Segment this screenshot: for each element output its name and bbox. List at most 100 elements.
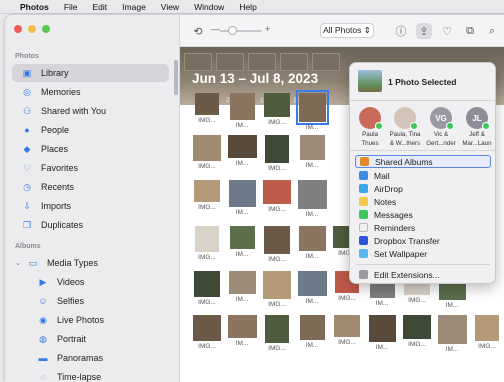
contact-item[interactable]: Paula Thues [353,107,387,147]
zoom-in-icon[interactable]: + [265,24,270,34]
zoom-slider-knob[interactable] [228,26,237,35]
photo-tile[interactable]: IM... [227,135,257,175]
photo-tile[interactable]: IMG... [332,315,362,355]
photo-thumbnail[interactable] [263,271,291,299]
photo-thumbnail[interactable] [264,226,290,254]
photo-thumbnail[interactable] [403,315,431,339]
photo-tile[interactable]: IM... [227,180,257,220]
photo-thumbnail[interactable] [194,180,220,202]
photo-tile[interactable]: IM... [297,180,327,220]
share-set-wallpaper[interactable]: Set Wallpaper [355,247,491,260]
photo-tile[interactable]: IM... [227,226,257,266]
view-filter-select[interactable]: All Photos ⇕ [320,23,374,38]
share-reminders[interactable]: Reminders [355,221,491,234]
photo-tile[interactable]: IMG... [262,93,292,133]
search-icon[interactable]: ⌕ [484,23,500,39]
photo-tile[interactable]: IM... [437,315,467,355]
photo-thumbnail[interactable] [265,315,289,343]
share-edit-extensions[interactable]: Edit Extensions... [355,268,491,281]
photo-tile[interactable]: IMG... [472,315,502,355]
rotate-tool-icon[interactable]: ⧉ [462,23,478,39]
photo-thumbnail[interactable] [298,226,326,251]
share-icon[interactable]: ⇪ [416,23,432,39]
photo-tile[interactable]: IM... [227,93,257,133]
menu-window[interactable]: Window [194,2,224,12]
photo-thumbnail[interactable] [295,90,329,125]
sidebar-item-memories[interactable]: ◎ Memories [12,83,169,101]
close-window-button[interactable] [14,25,22,33]
photo-thumbnail[interactable] [475,315,499,341]
sidebar-scrollbar[interactable] [174,60,178,95]
header-thumb[interactable] [216,53,244,71]
photo-thumbnail[interactable] [228,271,256,294]
header-thumb[interactable] [312,53,340,71]
photo-tile[interactable]: IM... [227,315,257,355]
contact-item[interactable]: VG Vic & Gert...nder [424,107,458,147]
share-airdrop[interactable]: AirDrop [355,182,491,195]
info-icon[interactable]: ⓘ [393,23,409,39]
menu-photos[interactable]: Photos [20,2,49,12]
sidebar-item-library[interactable]: ▣ Library [12,64,169,82]
photo-thumbnail[interactable] [227,135,257,158]
photo-tile[interactable]: IMG... [192,180,222,220]
share-notes[interactable]: Notes [355,195,491,208]
photo-thumbnail[interactable] [228,180,256,207]
photo-tile[interactable]: IMG... [192,315,222,355]
sidebar-item-recents[interactable]: ◷ Recents [12,178,169,196]
menu-image[interactable]: Image [122,2,146,12]
photo-tile[interactable]: IM... [297,226,327,266]
photo-thumbnail[interactable] [297,180,327,209]
photo-tile[interactable]: IMG... [192,271,222,311]
share-dropbox-transfer[interactable]: Dropbox Transfer [355,234,491,247]
photo-thumbnail[interactable] [193,315,221,341]
photo-thumbnail[interactable] [265,135,289,163]
menu-file[interactable]: File [64,2,78,12]
sidebar-item-people[interactable]: ● People [12,121,169,139]
contact-item[interactable]: Paula, Tina & W...thers [388,107,422,147]
header-thumb[interactable] [248,53,276,71]
photo-tile[interactable]: IM... [297,315,327,355]
sidebar-item-time-lapse[interactable]: ◌ Time-lapse [12,368,169,382]
zoom-window-button[interactable] [42,25,50,33]
heart-icon[interactable]: ♡ [439,23,455,39]
photo-thumbnail[interactable] [334,315,360,337]
menu-edit[interactable]: Edit [93,2,108,12]
photo-tile[interactable]: IM... [227,271,257,311]
photo-thumbnail[interactable] [193,135,221,161]
photo-thumbnail[interactable] [229,226,255,249]
sidebar-item-shared-with-you[interactable]: ⚇ Shared with You [12,102,169,120]
photo-thumbnail[interactable] [299,135,325,160]
sidebar-item-live-photos[interactable]: ◉ Live Photos [12,311,169,329]
photo-thumbnail[interactable] [194,271,220,297]
photo-tile[interactable]: IM... [297,271,327,311]
photo-thumbnail[interactable] [263,180,291,204]
photo-tile[interactable]: IM... [367,315,397,355]
header-thumb[interactable] [184,53,212,71]
header-thumb[interactable] [280,53,308,71]
photo-tile[interactable]: IM... [297,135,327,175]
sidebar-item-media-types[interactable]: ⌄ ▭ Media Types [12,254,169,272]
sidebar-item-videos[interactable]: ▶ Videos [12,273,169,291]
photo-tile[interactable]: IMG... [262,315,292,355]
sidebar-item-portrait[interactable]: ◍ Portrait [12,330,169,348]
photo-thumbnail[interactable] [437,315,467,344]
photo-tile[interactable]: IMG... [192,135,222,175]
zoom-slider[interactable] [220,26,262,35]
photo-thumbnail[interactable] [297,271,327,296]
photo-thumbnail[interactable] [195,93,219,115]
chevron-down-icon[interactable]: ⌄ [15,259,21,267]
photo-thumbnail[interactable] [229,93,255,120]
sidebar-item-selfies[interactable]: ☺ Selfies [12,292,169,310]
share-messages[interactable]: Messages [355,208,491,221]
sidebar-item-panoramas[interactable]: ▬ Panoramas [12,349,169,367]
photo-thumbnail[interactable] [227,315,257,338]
photo-tile[interactable]: IM... [295,90,329,133]
rotate-icon[interactable]: ⟲ [190,23,206,39]
menu-help[interactable]: Help [239,2,256,12]
sidebar-item-imports[interactable]: ⇩ Imports [12,197,169,215]
sidebar-item-favorites[interactable]: ♡ Favorites [12,159,169,177]
minimize-window-button[interactable] [28,25,36,33]
zoom-out-icon[interactable]: — [211,24,220,34]
photo-tile[interactable]: IMG... [262,180,292,220]
photo-thumbnail[interactable] [299,315,325,340]
